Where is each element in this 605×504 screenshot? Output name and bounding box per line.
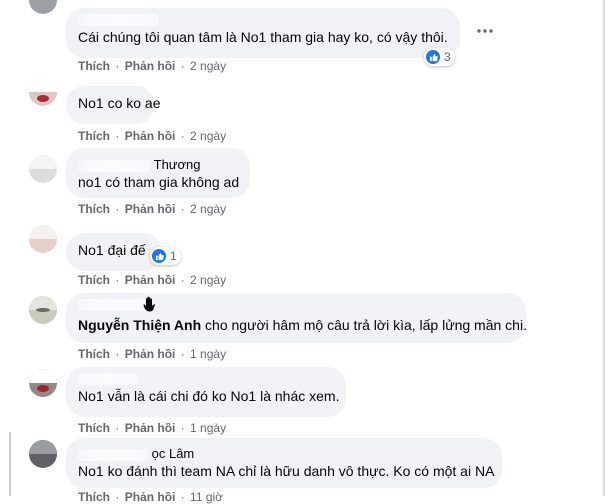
reply-thread-line <box>9 432 11 496</box>
separator: · <box>115 129 120 143</box>
comment-bubble: Thương no1 có tham gia không ad <box>66 148 250 198</box>
reaction-number: 1 <box>170 249 177 263</box>
comment-actions: Thích · Phản hồi · 2 ngày <box>78 202 226 216</box>
separator: · <box>115 490 120 504</box>
like-link[interactable]: Thích <box>78 202 110 216</box>
blurred-author-name <box>78 448 148 461</box>
comment-actions: Thích · Phản hồi · 1 ngày <box>78 421 226 435</box>
comment-author[interactable]: ọc Lâm <box>78 446 490 462</box>
timestamp[interactable]: 2 ngày <box>190 273 226 287</box>
separator: · <box>115 202 120 216</box>
comment-bubble: No1 đại đế <box>66 233 162 271</box>
separator: · <box>180 59 185 73</box>
like-link[interactable]: Thích <box>78 421 110 435</box>
reaction-count[interactable]: 1 <box>150 247 181 265</box>
like-link[interactable]: Thích <box>78 490 110 504</box>
separator: · <box>180 490 185 504</box>
avatar[interactable] <box>29 296 57 324</box>
thumbs-up-icon <box>152 249 166 263</box>
blurred-author-name <box>78 159 150 172</box>
like-link[interactable]: Thích <box>78 273 110 287</box>
reply-link[interactable]: Phản hồi <box>125 347 176 361</box>
more-options-button[interactable] <box>472 18 498 44</box>
blurred-author-name <box>78 299 148 311</box>
comment-actions: Thích · Phản hồi · 11 giờ <box>78 490 223 504</box>
like-link[interactable]: Thích <box>78 129 110 143</box>
reply-link[interactable]: Phản hồi <box>125 59 176 73</box>
separator: · <box>180 347 185 361</box>
waving-hand-icon <box>143 296 156 312</box>
reply-link[interactable]: Phản hồi <box>125 273 176 287</box>
separator: · <box>180 129 185 143</box>
reply-link[interactable]: Phản hồi <box>125 490 176 504</box>
timestamp[interactable]: 2 ngày <box>190 59 226 73</box>
comment-bubble: No1 vẫn là cái chi đó ko No1 là nhác xem… <box>66 367 346 417</box>
comment-text: Cái chúng tôi quan tâm là No1 tham gia h… <box>78 29 448 45</box>
comment-actions: Thích · Phản hồi · 2 ngày <box>78 129 226 143</box>
separator: · <box>180 421 185 435</box>
reaction-count[interactable]: 3 <box>424 48 455 66</box>
like-link[interactable]: Thích <box>78 59 110 73</box>
timestamp[interactable]: 2 ngày <box>190 129 226 143</box>
blurred-author-name <box>78 373 138 385</box>
thumbs-up-icon <box>426 50 440 64</box>
timestamp[interactable]: 11 giờ <box>190 490 223 504</box>
comment-text: No1 đại đế <box>78 242 146 258</box>
separator: · <box>115 347 120 361</box>
comment-actions: Thích · Phản hồi · 2 ngày <box>78 273 226 287</box>
avatar[interactable] <box>29 155 57 183</box>
comment-bubble: No1 co ko ae <box>66 86 161 124</box>
avatar[interactable] <box>29 78 57 106</box>
comment-bubble: Cái chúng tôi quan tâm là No1 tham gia h… <box>66 8 460 58</box>
comment-author[interactable]: Thương <box>78 157 238 173</box>
separator: · <box>180 273 185 287</box>
comment-actions: Thích · Phản hồi · 2 ngày <box>78 59 226 73</box>
blurred-author-name <box>78 14 158 26</box>
avatar[interactable] <box>29 369 57 397</box>
comment-text: Nguyễn Thiện Anh cho người hâm mộ câu tr… <box>78 317 527 333</box>
timestamp[interactable]: 1 ngày <box>190 421 226 435</box>
timestamp[interactable]: 1 ngày <box>190 347 226 361</box>
comment-text: No1 vẫn là cái chi đó ko No1 là nhác xem… <box>78 388 340 404</box>
separator: · <box>115 421 120 435</box>
reaction-number: 3 <box>444 50 451 64</box>
comment-actions: Thích · Phản hồi · 1 ngày <box>78 347 226 361</box>
separator: · <box>115 273 120 287</box>
reply-link[interactable]: Phản hồi <box>125 202 176 216</box>
avatar[interactable] <box>29 225 57 253</box>
timestamp[interactable]: 2 ngày <box>190 202 226 216</box>
reply-link[interactable]: Phản hồi <box>125 129 176 143</box>
reply-link[interactable]: Phản hồi <box>125 421 176 435</box>
comment-text: No1 ko đánh thì team NA chỉ là hữu danh … <box>78 463 495 479</box>
comment-text: No1 co ko ae <box>78 95 161 111</box>
avatar[interactable] <box>29 440 57 468</box>
comment-text: no1 có tham gia không ad <box>78 174 240 190</box>
more-horizontal-icon <box>477 29 493 33</box>
mention-link[interactable]: Nguyễn Thiện Anh <box>78 317 201 333</box>
like-link[interactable]: Thích <box>78 347 110 361</box>
separator: · <box>115 59 120 73</box>
avatar[interactable] <box>29 0 57 14</box>
comment-bubble: ọc Lâm No1 ko đánh thì team NA chỉ là hữ… <box>66 438 502 488</box>
separator: · <box>180 202 185 216</box>
comment-bubble: Nguyễn Thiện Anh cho người hâm mộ câu tr… <box>66 293 527 343</box>
